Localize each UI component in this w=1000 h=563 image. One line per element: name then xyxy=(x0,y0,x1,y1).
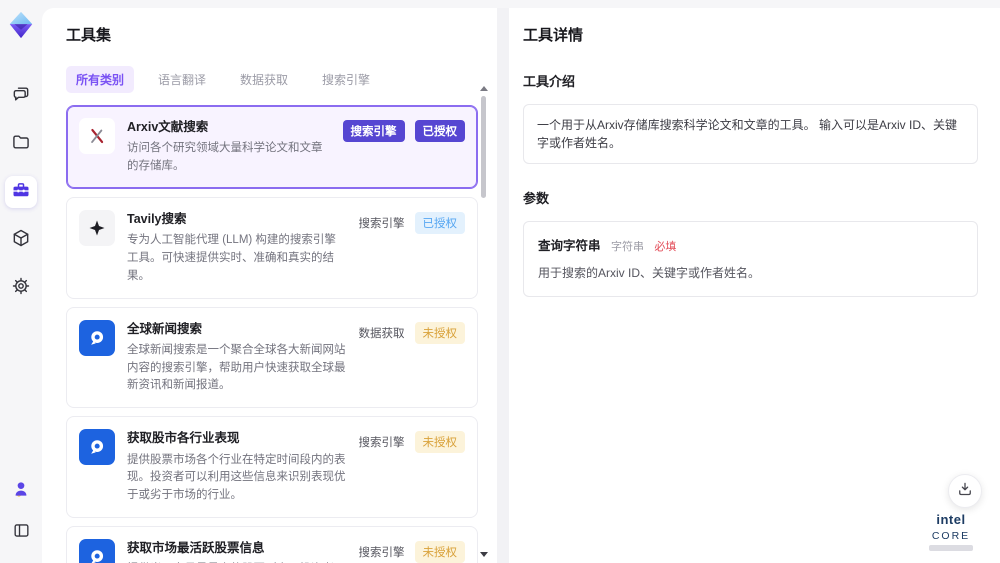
tool-list-panel: 工具集 所有类别 语言翻译 数据获取 搜索引擎 Arxiv文献搜索 访问各个研究领域大量… xyxy=(42,8,497,563)
tool-name: 获取股市各行业表现 xyxy=(127,431,240,446)
intel-brand-text: intel CORE xyxy=(931,512,971,542)
collapse-panel-toggle[interactable] xyxy=(5,517,37,549)
app-logo-icon xyxy=(6,10,36,40)
parameter-type: 字符串 xyxy=(610,241,644,253)
tool-card-main: 获取市场最活跃股票信息提供当天交易量最高的股票列表，投资者可以利用这些信息来识别… xyxy=(127,539,347,563)
sidebar-item-files[interactable] xyxy=(5,128,37,160)
tool-name: 获取市场最活跃股票信息 xyxy=(127,540,265,555)
tool-card-main: Arxiv文献搜索访问各个研究领域大量科学论文和文章的存储库。 xyxy=(127,118,331,176)
category-tabs: 所有类别 语言翻译 数据获取 搜索引擎 xyxy=(66,66,497,93)
tool-card-main: Tavily搜索专为人工智能代理 (LLM) 构建的搜索引擎工具。可快速提供实时… xyxy=(127,210,347,286)
news-search-icon xyxy=(79,538,115,563)
sidebar-item-packages[interactable] xyxy=(5,224,37,256)
tool-card-list: Arxiv文献搜索 访问各个研究领域大量科学论文和文章的存储库。 搜索引擎 已授权 Ta… xyxy=(66,105,478,563)
scroll-up-arrow[interactable] xyxy=(480,86,488,91)
tool-tags: 搜索引擎 已授权 xyxy=(342,118,465,176)
intel-core-logo: intel CORE xyxy=(916,512,986,551)
tool-detail-panel: 工具详情 工具介绍 一个用于从Arxiv存储库搜索科学论文和文章的工具。 输入可… xyxy=(509,8,1000,563)
category-tag: 数据获取 xyxy=(358,327,405,340)
chat-icon xyxy=(11,84,31,109)
toolbox-icon xyxy=(11,180,31,205)
tool-tags: 数据获取 未授权 xyxy=(358,320,465,396)
tool-name: Tavily搜索 xyxy=(127,211,187,226)
tool-card[interactable]: 全球新闻搜索全球新闻搜索是一个聚合全球各大新闻网站内容的搜索引擎，帮助用户快速获… xyxy=(66,306,478,409)
tool-name: 全球新闻搜索 xyxy=(127,321,203,336)
tool-card[interactable]: Arxiv文献搜索访问各个研究领域大量科学论文和文章的存储库。 搜索引擎 已授权 xyxy=(66,105,478,189)
detail-title: 工具详情 xyxy=(523,27,584,44)
news-search-icon xyxy=(79,429,115,466)
tool-name: Arxiv文献搜索 xyxy=(127,120,209,134)
folder-icon xyxy=(11,132,31,157)
parameter-header: 查询字符串 字符串 必填 xyxy=(538,235,963,255)
page-title: 工具集 xyxy=(66,27,112,44)
sidebar-item-settings[interactable] xyxy=(5,272,37,304)
list-scrollbar[interactable] xyxy=(480,86,488,557)
main-content: 工具集 所有类别 语言翻译 数据获取 搜索引擎 Arxiv文献搜索 访问各个研究领域大量… xyxy=(42,8,1000,563)
tool-tags: 搜索引擎 已授权 xyxy=(358,210,465,286)
tab-0[interactable]: 所有类别 xyxy=(66,66,135,93)
auth-status-badge: 未授权 xyxy=(414,540,465,563)
tool-tags: 搜索引擎 未授权 xyxy=(358,539,465,563)
panel-divider xyxy=(497,8,509,563)
parameter-description: 用于搜索的Arxiv ID、关键字或作者姓名。 xyxy=(538,266,761,280)
sidebar xyxy=(0,0,42,563)
parameter-name: 查询字符串 xyxy=(538,239,601,253)
gear-icon xyxy=(11,276,31,301)
sidebar-item-toolbox[interactable] xyxy=(5,176,37,208)
auth-status-badge: 已授权 xyxy=(414,120,465,142)
parameter-card: 查询字符串 字符串 必填 用于搜索的Arxiv ID、关键字或作者姓名。 xyxy=(523,221,978,297)
auth-status-badge: 未授权 xyxy=(414,321,465,344)
avatar-icon xyxy=(11,479,31,504)
tool-description: 提供股票市场各个行业在特定时间段内的表现。投资者可以利用这些信息来识别表现优于或… xyxy=(127,453,346,502)
download-button[interactable] xyxy=(948,474,982,508)
auth-status-badge: 已授权 xyxy=(414,211,465,234)
category-tag: 搜索引擎 xyxy=(358,546,405,559)
tab-1[interactable]: 语言翻译 xyxy=(148,66,216,93)
tab-2[interactable]: 数据获取 xyxy=(230,66,298,93)
tab-3[interactable]: 搜索引擎 xyxy=(312,66,380,93)
tool-description: 访问各个研究领域大量科学论文和文章的存储库。 xyxy=(127,142,323,173)
category-tag: 搜索引擎 xyxy=(358,437,405,450)
intel-sub-badge xyxy=(929,545,973,551)
tool-intro-box: 一个用于从Arxiv存储库搜索科学论文和文章的工具。 输入可以是Arxiv ID… xyxy=(523,104,978,164)
tool-description: 专为人工智能代理 (LLM) 构建的搜索引擎工具。可快速提供实时、准确和真实的结… xyxy=(127,234,336,282)
arxiv-icon xyxy=(79,118,115,154)
category-tag: 搜索引擎 xyxy=(342,120,405,142)
tool-card-main: 全球新闻搜索全球新闻搜索是一个聚合全球各大新闻网站内容的搜索引擎，帮助用户快速获… xyxy=(127,320,347,396)
tool-card[interactable]: 获取市场最活跃股票信息提供当天交易量最高的股票列表，投资者可以利用这些信息来识别… xyxy=(66,525,478,563)
tool-tags: 搜索引擎 未授权 xyxy=(358,429,465,505)
params-heading: 参数 xyxy=(523,191,550,206)
scrollbar-thumb[interactable] xyxy=(481,96,486,198)
tool-card-main: 获取股市各行业表现提供股票市场各个行业在特定时间段内的表现。投资者可以利用这些信… xyxy=(127,429,347,505)
download-icon xyxy=(956,480,974,503)
tool-card[interactable]: 获取股市各行业表现提供股票市场各个行业在特定时间段内的表现。投资者可以利用这些信… xyxy=(66,416,478,518)
sidebar-item-chat[interactable] xyxy=(5,80,37,112)
category-tag: 搜索引擎 xyxy=(358,217,405,230)
scroll-down-arrow[interactable] xyxy=(480,552,488,557)
tavily-icon xyxy=(79,209,115,246)
auth-status-badge: 未授权 xyxy=(414,431,465,454)
panel-layout-icon xyxy=(12,521,31,545)
tool-card[interactable]: Tavily搜索专为人工智能代理 (LLM) 构建的搜索引擎工具。可快速提供实时… xyxy=(66,196,478,299)
parameter-required-badge: 必填 xyxy=(654,241,677,253)
package-icon xyxy=(11,228,31,253)
intro-heading: 工具介绍 xyxy=(523,74,576,89)
news-search-icon xyxy=(79,319,115,356)
user-avatar[interactable] xyxy=(5,475,37,507)
tool-description: 全球新闻搜索是一个聚合全球各大新闻网站内容的搜索引擎，帮助用户快速获取全球最新资… xyxy=(127,343,346,392)
